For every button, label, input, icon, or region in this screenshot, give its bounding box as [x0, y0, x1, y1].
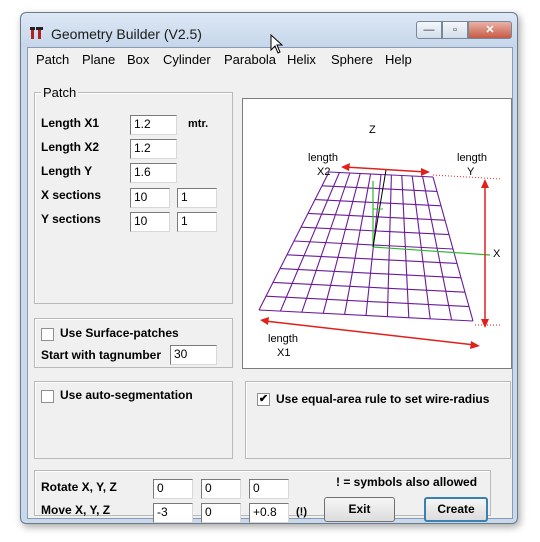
patch-grid: [258, 171, 474, 322]
move-x-input[interactable]: -3: [153, 503, 193, 523]
use-auto-segmentation-label: Use auto-segmentation: [60, 388, 193, 402]
length-x1-input[interactable]: 1.2: [130, 115, 177, 135]
y-arrow-bottom: [481, 319, 489, 328]
use-equal-area-label: Use equal-area rule to set wire-radius: [276, 392, 490, 406]
move-z-input[interactable]: +0.8: [249, 503, 289, 523]
menu-help[interactable]: Help: [385, 52, 412, 67]
length-x2-input[interactable]: 1.2: [130, 139, 177, 159]
x1-arrow-left: [260, 317, 269, 325]
y-arrow-top: [481, 179, 489, 188]
mouse-cursor-icon: [270, 34, 284, 54]
use-auto-segmentation-checkbox[interactable]: [41, 390, 54, 403]
start-tag-input[interactable]: 30: [170, 345, 217, 365]
x-axis-label: X: [493, 248, 501, 260]
x2-arrow-right: [421, 168, 430, 176]
rotate-z-input[interactable]: 0: [249, 479, 289, 499]
x2-label-line2: X2: [317, 166, 330, 178]
use-surface-patches-label: Use Surface-patches: [60, 326, 179, 340]
y-sections-input[interactable]: 10: [130, 212, 170, 232]
rotate-y-input[interactable]: 0: [201, 479, 241, 499]
menu-patch[interactable]: Patch: [36, 52, 69, 67]
main-window: Geometry Builder (V2.5) — ▫ ✕ Patch Plan…: [20, 12, 518, 524]
patch-diagram: Z X length X2 length Y length X1: [242, 98, 512, 369]
minimize-button[interactable]: —: [416, 21, 442, 39]
start-tag-label: Start with tagnumber: [41, 348, 162, 362]
menu-plane[interactable]: Plane: [82, 52, 115, 67]
client-area: Patch Plane Box Cylinder Parabola Helix …: [27, 47, 513, 523]
grid-column-line: [258, 171, 330, 311]
move-y-input[interactable]: 0: [201, 503, 241, 523]
window-title: Geometry Builder (V2.5): [51, 26, 202, 42]
menu-parabola[interactable]: Parabola: [224, 52, 276, 67]
y-sections-sub-input[interactable]: 1: [177, 212, 217, 232]
patch-diagram-canvas: Z X length X2 length Y length X1: [258, 124, 502, 359]
exit-button[interactable]: Exit: [324, 497, 395, 522]
create-button[interactable]: Create: [424, 497, 488, 522]
app-icon: [30, 27, 43, 39]
x2-arrow-left: [341, 163, 350, 171]
x-sections-sub-input[interactable]: 1: [177, 188, 217, 208]
rotate-label: Rotate X, Y, Z: [41, 480, 117, 494]
length-unit-label: mtr.: [188, 118, 209, 130]
patch-group-title: Patch: [41, 85, 79, 100]
menu-helix[interactable]: Helix: [287, 52, 316, 67]
x1-arrow-right: [470, 341, 480, 349]
grid-column-line: [322, 173, 361, 314]
rotate-x-input[interactable]: 0: [153, 479, 193, 499]
x1-label-line1: length: [268, 333, 298, 345]
use-surface-patches-checkbox[interactable]: [41, 328, 54, 341]
length-y-input[interactable]: 1.6: [130, 163, 177, 183]
use-equal-area-checkbox[interactable]: ✔: [257, 393, 270, 406]
length-x2-label: Length X2: [41, 140, 100, 154]
grid-column-line: [432, 176, 474, 322]
z-axis-label: Z: [369, 124, 376, 136]
y-label-line2: Y: [467, 166, 475, 178]
symbols-note: ! = symbols also allowed: [336, 475, 478, 489]
x-sections-input[interactable]: 10: [130, 188, 170, 208]
length-y-label: Length Y: [41, 164, 93, 178]
length-x1-label: Length X1: [41, 116, 100, 130]
symbols-hint-marker: (!): [296, 506, 307, 518]
menu-box[interactable]: Box: [127, 52, 149, 67]
title-bar[interactable]: Geometry Builder (V2.5) — ▫ ✕: [21, 13, 517, 47]
menu-sphere[interactable]: Sphere: [331, 52, 373, 67]
x-sections-label: X sections: [41, 188, 102, 202]
x1-label-line2: X1: [277, 347, 290, 359]
y-sections-label: Y sections: [41, 212, 101, 226]
move-label: Move X, Y, Z: [41, 503, 111, 517]
maximize-button[interactable]: ▫: [442, 21, 468, 39]
menu-cylinder[interactable]: Cylinder: [163, 52, 211, 67]
y-label-line1: length: [457, 152, 487, 164]
close-button[interactable]: ✕: [468, 21, 512, 39]
x2-label-line1: length: [308, 152, 338, 164]
